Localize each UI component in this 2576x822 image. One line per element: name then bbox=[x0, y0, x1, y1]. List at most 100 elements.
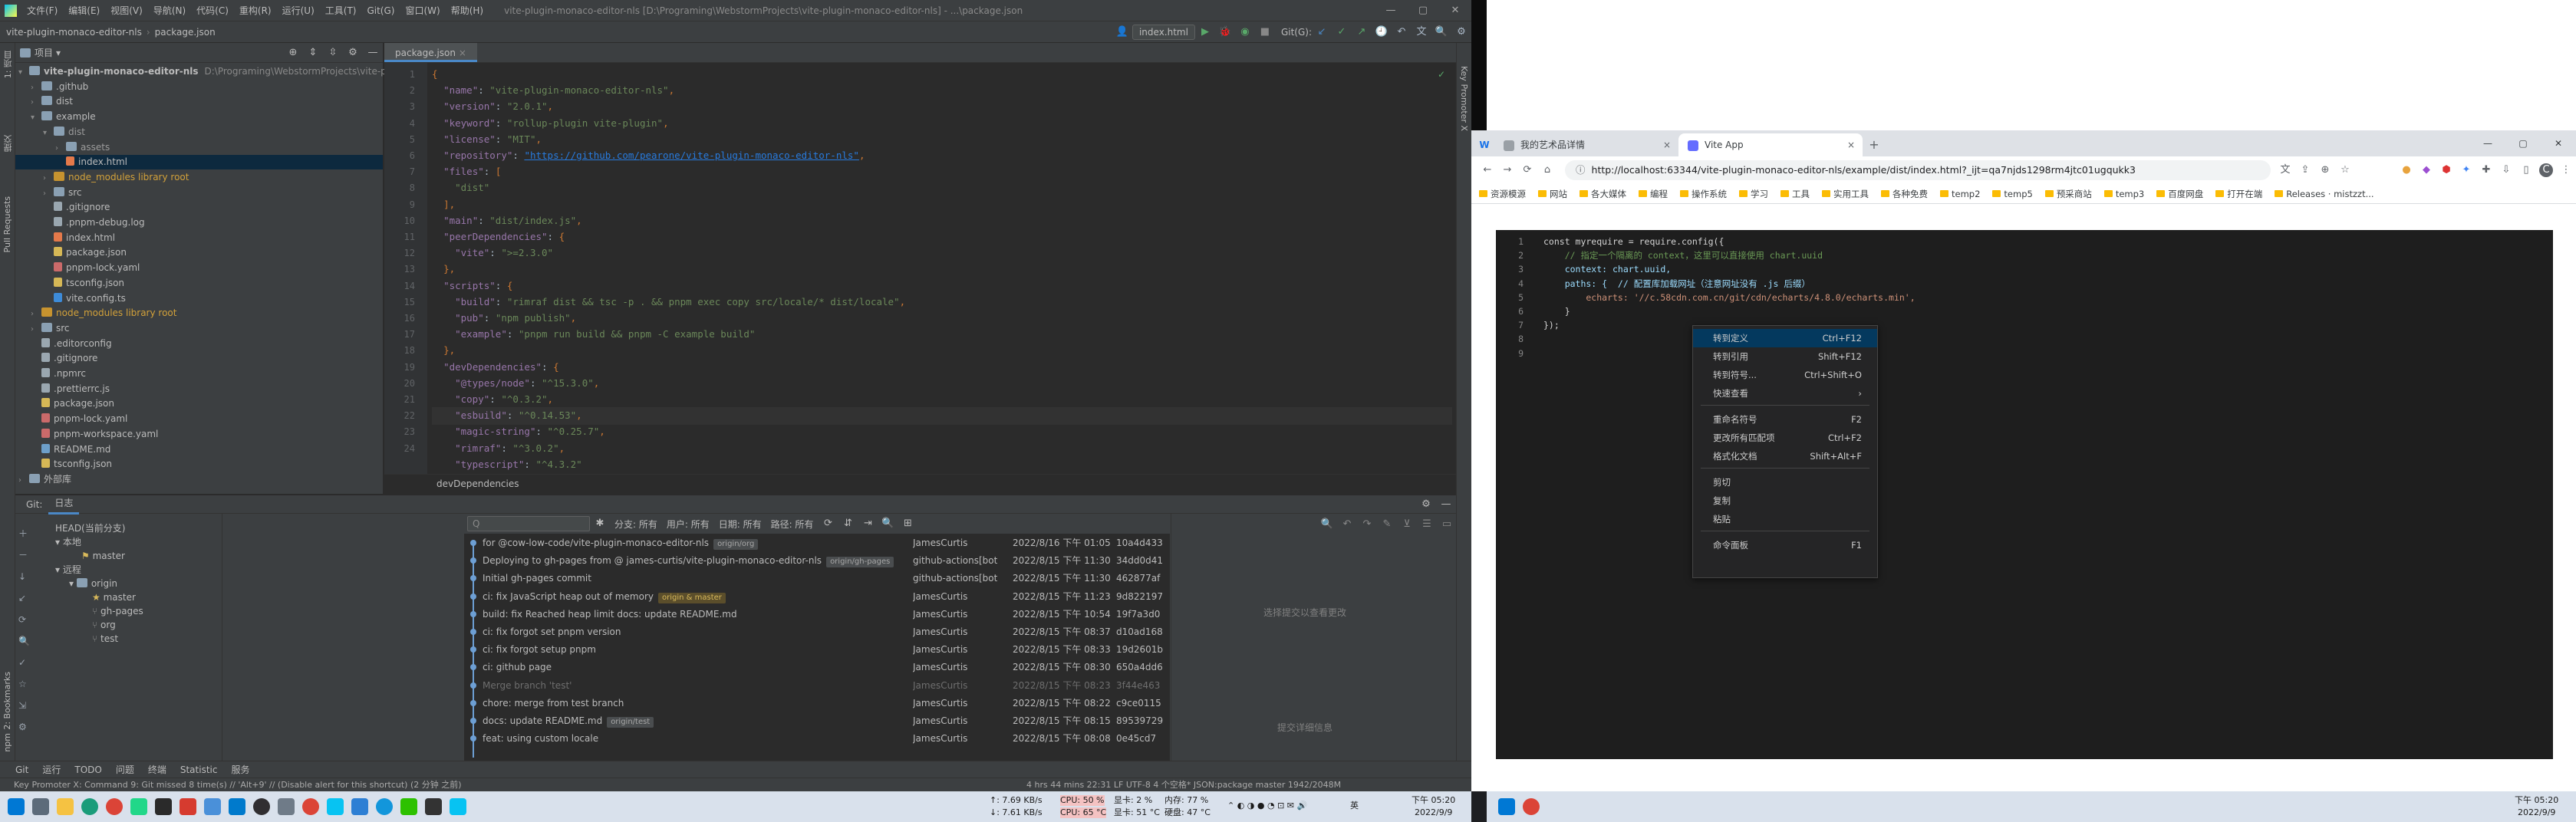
hide-panel-icon[interactable]: — bbox=[366, 46, 380, 60]
branch-local-group[interactable]: ▾ 本地 bbox=[55, 535, 81, 549]
log-search-input[interactable]: Q bbox=[467, 516, 590, 531]
tool-tab[interactable]: Statistic bbox=[180, 764, 218, 775]
commit-row[interactable]: ci: fix forgot set pnpm version JamesCurt… bbox=[464, 623, 1170, 641]
commit-row[interactable]: feat: using custom locale JamesCurtis 2022… bbox=[464, 729, 1170, 748]
minimize-icon[interactable]: — bbox=[2470, 130, 2505, 156]
run-config-select[interactable]: index.html bbox=[1132, 24, 1195, 40]
tray-icons[interactable]: ⌃ ◐ ◑ ● ◔ ⊡ ✉ 🔊 bbox=[1227, 801, 1307, 811]
start-icon[interactable] bbox=[8, 798, 25, 815]
search-icon[interactable] bbox=[32, 798, 49, 815]
tool-tab[interactable]: 运行 bbox=[42, 763, 61, 776]
clock-time[interactable]: 下午 05:20 bbox=[1412, 795, 1455, 806]
filter-date[interactable]: 日期: 所有 bbox=[719, 518, 762, 531]
bookmark-item[interactable]: 百度网盘 bbox=[2156, 188, 2203, 200]
edge-icon[interactable] bbox=[81, 798, 98, 815]
bookmark-item[interactable]: 工具 bbox=[1780, 188, 1810, 200]
context-menu-item[interactable]: 转到符号... Ctrl+Shift+O bbox=[1693, 366, 1877, 384]
commit-row[interactable]: ci: github page JamesCurtis 2022/8/15 下午 0… bbox=[464, 658, 1170, 676]
key-promoter-tool-button[interactable]: Key Promoter X bbox=[1459, 66, 1469, 131]
tree-item[interactable]: pnpm-lock.yaml bbox=[15, 261, 383, 275]
bookmark-item[interactable]: Releases · mistzzt... bbox=[2275, 189, 2373, 199]
panel-settings-icon[interactable]: ⚙ bbox=[346, 46, 360, 60]
tool-tab[interactable]: TODO bbox=[74, 764, 101, 775]
remove-icon[interactable]: － bbox=[18, 544, 30, 566]
tree-item[interactable]: README.md bbox=[15, 442, 383, 457]
close-icon[interactable]: × bbox=[459, 48, 466, 58]
tree-item[interactable]: .gitignore bbox=[15, 200, 383, 215]
add-icon[interactable]: ＋ bbox=[18, 523, 30, 544]
tree-item[interactable]: ▾ dist bbox=[15, 125, 383, 140]
extension-shield-icon[interactable]: ⬢ bbox=[2439, 163, 2453, 177]
chevron-icon[interactable]: › bbox=[55, 141, 66, 156]
inspection-ok-icon[interactable]: ✓ bbox=[1438, 69, 1445, 80]
commit-tool-button[interactable]: 提交 bbox=[2, 135, 15, 152]
expand-icon[interactable]: ⇳ bbox=[326, 46, 340, 60]
address-bar[interactable]: ⓘ http://localhost:63344/vite-plugin-mona… bbox=[1565, 160, 2271, 180]
bookmark-item[interactable]: 操作系统 bbox=[1680, 188, 1727, 200]
settings-icon[interactable]: ⚙ bbox=[1454, 25, 1468, 39]
filter-path[interactable]: 路径: 所有 bbox=[771, 518, 814, 531]
menu-item[interactable]: 窗口(W) bbox=[400, 4, 445, 17]
branch-origin-gh-pages[interactable]: ⑂ gh-pages bbox=[92, 604, 143, 618]
redo-icon[interactable]: ↷ bbox=[1360, 518, 1374, 531]
menu-item[interactable]: 视图(V) bbox=[105, 4, 148, 17]
clock-time[interactable]: 下午 05:20 bbox=[2515, 795, 2558, 806]
chrome-icon-2[interactable] bbox=[302, 798, 319, 815]
menu-icon[interactable]: ⋮ bbox=[2559, 163, 2573, 177]
extension-cookie-icon[interactable]: ● bbox=[2400, 163, 2413, 177]
extensions-icon[interactable]: ✚ bbox=[2479, 163, 2493, 177]
tab-log[interactable]: 日志 bbox=[48, 494, 80, 515]
coverage-icon[interactable]: ◉ bbox=[1238, 25, 1252, 39]
obs-icon[interactable] bbox=[253, 798, 270, 815]
commit-row[interactable]: Merge branch 'test' JamesCurtis 2022/8/15 … bbox=[464, 676, 1170, 695]
menu-item[interactable]: Git(G) bbox=[361, 5, 400, 16]
tree-item[interactable]: .gitignore bbox=[15, 351, 383, 366]
tree-item[interactable]: ▾ example bbox=[15, 110, 383, 124]
profile-icon[interactable]: C bbox=[2539, 163, 2553, 177]
bookmark-item[interactable]: 编程 bbox=[1639, 188, 1668, 200]
tree-item[interactable]: › assets bbox=[15, 140, 383, 155]
commit-row[interactable]: Deploying to gh-pages from @ james-curti… bbox=[464, 551, 1170, 570]
tree-item[interactable]: index.html bbox=[15, 155, 383, 170]
branch-remote-group[interactable]: ▾ 远程 bbox=[55, 563, 81, 577]
editor-tab-package-json[interactable]: package.json × bbox=[384, 43, 477, 62]
tree-item[interactable]: › src bbox=[15, 321, 383, 336]
close-icon[interactable]: ✕ bbox=[1448, 4, 1462, 18]
branch-head[interactable]: HEAD(当前分支) bbox=[55, 521, 125, 535]
tab-vite-app[interactable]: Vite App × bbox=[1678, 133, 1863, 156]
bookmark-item[interactable]: temp3 bbox=[2104, 189, 2144, 199]
qq-icon[interactable] bbox=[376, 798, 393, 815]
chrome-icon[interactable] bbox=[106, 798, 123, 815]
expand-all-icon[interactable]: ⇲ bbox=[18, 695, 30, 716]
zoom-icon[interactable]: ⊕ bbox=[2318, 163, 2332, 177]
search-everywhere-icon[interactable]: 🔍 bbox=[1435, 25, 1448, 39]
chevron-icon[interactable]: › bbox=[18, 473, 29, 488]
pull-requests-tool-button[interactable]: Pull Requests bbox=[2, 196, 12, 252]
context-menu-item[interactable]: 命令面板 F1 bbox=[1693, 536, 1877, 554]
back-icon[interactable]: ← bbox=[1481, 163, 1494, 177]
bookmark-item[interactable]: 实用工具 bbox=[1822, 188, 1869, 200]
bookmark-item[interactable]: 打开在端 bbox=[2215, 188, 2262, 200]
side-panel-icon[interactable]: ▯ bbox=[2519, 163, 2533, 177]
git-update-icon[interactable]: ↙ bbox=[1315, 25, 1329, 39]
bookmark-item[interactable]: temp5 bbox=[1992, 189, 2032, 199]
menu-item[interactable]: 帮助(H) bbox=[446, 4, 489, 17]
context-menu-item[interactable]: 重命名符号 F2 bbox=[1693, 410, 1877, 429]
search-icon[interactable]: 🔍 bbox=[18, 630, 30, 652]
tree-item[interactable]: › node_modules library root bbox=[15, 306, 383, 321]
clock-date[interactable]: 2022/9/9 bbox=[1415, 807, 1452, 818]
branch-origin-test[interactable]: ⑂ test bbox=[92, 632, 118, 646]
chevron-icon[interactable]: ▾ bbox=[31, 110, 41, 125]
checkout-icon[interactable]: ✓ bbox=[18, 652, 30, 673]
commit-row[interactable]: docs: update README.md origin/test JamesCu… bbox=[464, 712, 1170, 730]
explorer-icon[interactable] bbox=[57, 798, 74, 815]
status-message[interactable]: Key Promoter X: Command 9: Git missed 8 … bbox=[14, 778, 462, 792]
refresh-icon[interactable]: ⟳ bbox=[821, 517, 835, 531]
project-tool-button[interactable]: 1: 项目 bbox=[2, 51, 15, 78]
bookmark-item[interactable]: temp2 bbox=[1940, 189, 1980, 199]
fetch-icon[interactable]: ↓ bbox=[18, 566, 30, 587]
filter-icon[interactable]: ⊻ bbox=[1400, 518, 1414, 531]
chevron-icon[interactable]: › bbox=[31, 81, 41, 95]
filter-user[interactable]: 用户: 所有 bbox=[667, 518, 710, 531]
maximize-icon[interactable]: ▢ bbox=[2505, 130, 2541, 156]
